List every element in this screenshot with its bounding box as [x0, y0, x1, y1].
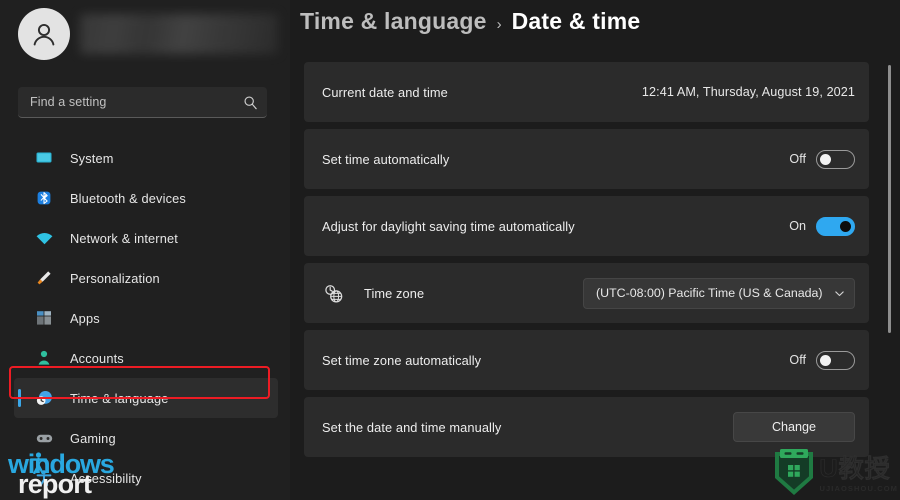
monitor-icon: [34, 148, 54, 168]
card-set-date-time-manually: Set the date and time manually Change: [304, 397, 869, 457]
sidebar-item-system[interactable]: System: [14, 138, 278, 178]
card-time-zone: Time zone (UTC-08:00) Pacific Time (US &…: [304, 263, 869, 323]
sidebar-item-label: Network & internet: [70, 230, 178, 246]
set-time-automatically-toggle[interactable]: [816, 149, 855, 169]
sidebar-item-label: Apps: [70, 310, 100, 326]
search-icon[interactable]: [243, 95, 258, 110]
sidebar-item-label: Accounts: [70, 350, 124, 366]
sidebar-item-label: Gaming: [70, 430, 116, 446]
bluetooth-icon: [34, 188, 54, 208]
card-right: Change: [733, 412, 855, 442]
sidebar-item-label: Accessibility: [70, 470, 142, 486]
sidebar-item-label: System: [70, 150, 114, 166]
sidebar-item-accessibility[interactable]: Accessibility: [14, 458, 278, 498]
search-input[interactable]: [30, 95, 243, 109]
card-right: 12:41 AM, Thursday, August 19, 2021: [642, 85, 855, 99]
apps-grid-icon: [34, 308, 54, 328]
breadcrumb: Time & language › Date & time: [300, 8, 640, 35]
sidebar-item-label: Time & language: [70, 390, 169, 406]
settings-card-list: Current date and time 12:41 AM, Thursday…: [304, 62, 869, 464]
card-left: Current date and time: [322, 85, 642, 100]
set-time-zone-automatically-toggle[interactable]: [816, 350, 855, 370]
sidebar-item-label: Personalization: [70, 270, 160, 286]
watermark-ujiaoshou-sub: UJIAOSHOU.COM: [819, 484, 898, 493]
time-zone-selected-value: (UTC-08:00) Pacific Time (US & Canada): [596, 286, 823, 300]
main-content: Time & language › Date & time Current da…: [290, 0, 900, 500]
clock-globe-icon: [34, 388, 54, 408]
card-right: (UTC-08:00) Pacific Time (US & Canada): [583, 277, 855, 309]
card-label: Set time automatically: [322, 151, 450, 167]
scrollbar-thumb[interactable]: [888, 65, 891, 333]
sidebar-item-bluetooth-devices[interactable]: Bluetooth & devices: [14, 178, 278, 218]
card-right: On: [789, 216, 855, 236]
card-left: Set time zone automatically: [322, 353, 789, 368]
current-date-time-value: 12:41 AM, Thursday, August 19, 2021: [641, 85, 855, 99]
card-right: Off: [789, 350, 855, 370]
card-left: Set time automatically: [322, 152, 789, 167]
card-left: Set the date and time manually: [322, 420, 733, 435]
wifi-icon: [34, 228, 54, 248]
paintbrush-icon: [34, 268, 54, 288]
sidebar-nav: System Bluetooth & devices Network & int…: [0, 138, 290, 500]
gamepad-icon: [34, 428, 54, 448]
card-daylight-saving: Adjust for daylight saving time automati…: [304, 196, 869, 256]
search-box[interactable]: [18, 87, 267, 118]
sidebar-item-personalization[interactable]: Personalization: [14, 258, 278, 298]
card-label: Current date and time: [322, 84, 448, 100]
person-icon: [34, 348, 54, 368]
card-label: Set time zone automatically: [322, 352, 482, 368]
toggle-state-label: Off: [789, 152, 806, 166]
page-title: Date & time: [511, 8, 641, 34]
daylight-saving-toggle[interactable]: [816, 216, 855, 236]
account-name-redacted: [80, 14, 278, 54]
change-button[interactable]: Change: [733, 412, 855, 442]
card-set-time-automatically: Set time automatically Off: [304, 129, 869, 189]
sidebar-item-time-language[interactable]: Time & language: [14, 378, 278, 418]
chevron-down-icon: [835, 290, 844, 296]
sidebar-item-accounts[interactable]: Accounts: [14, 338, 278, 378]
card-right: Off: [789, 149, 855, 169]
card-set-time-zone-automatically: Set time zone automatically Off: [304, 330, 869, 390]
watermark-windows-flag-icon: [30, 452, 47, 474]
person-avatar-icon[interactable]: [18, 8, 70, 60]
settings-window: System Bluetooth & devices Network: [0, 0, 900, 500]
sidebar: System Bluetooth & devices Network: [0, 0, 290, 500]
card-label: Adjust for daylight saving time automati…: [322, 218, 575, 234]
sidebar-item-apps[interactable]: Apps: [14, 298, 278, 338]
toggle-state-label: On: [789, 219, 806, 233]
card-label: Time zone: [364, 285, 425, 301]
card-left: Adjust for daylight saving time automati…: [322, 219, 789, 234]
chevron-right-icon: ›: [496, 16, 502, 33]
card-left: Time zone: [322, 282, 583, 304]
card-label: Set the date and time manually: [322, 419, 502, 435]
account-row[interactable]: [18, 8, 280, 60]
sidebar-item-network-internet[interactable]: Network & internet: [14, 218, 278, 258]
card-current-date-and-time: Current date and time 12:41 AM, Thursday…: [304, 62, 869, 122]
time-zone-dropdown[interactable]: (UTC-08:00) Pacific Time (US & Canada): [583, 277, 855, 309]
sidebar-item-gaming[interactable]: Gaming: [14, 418, 278, 458]
toggle-state-label: Off: [789, 353, 806, 367]
clock-globe-icon: [322, 282, 344, 304]
breadcrumb-parent-link[interactable]: Time & language: [300, 8, 487, 35]
sidebar-item-label: Bluetooth & devices: [70, 190, 186, 206]
